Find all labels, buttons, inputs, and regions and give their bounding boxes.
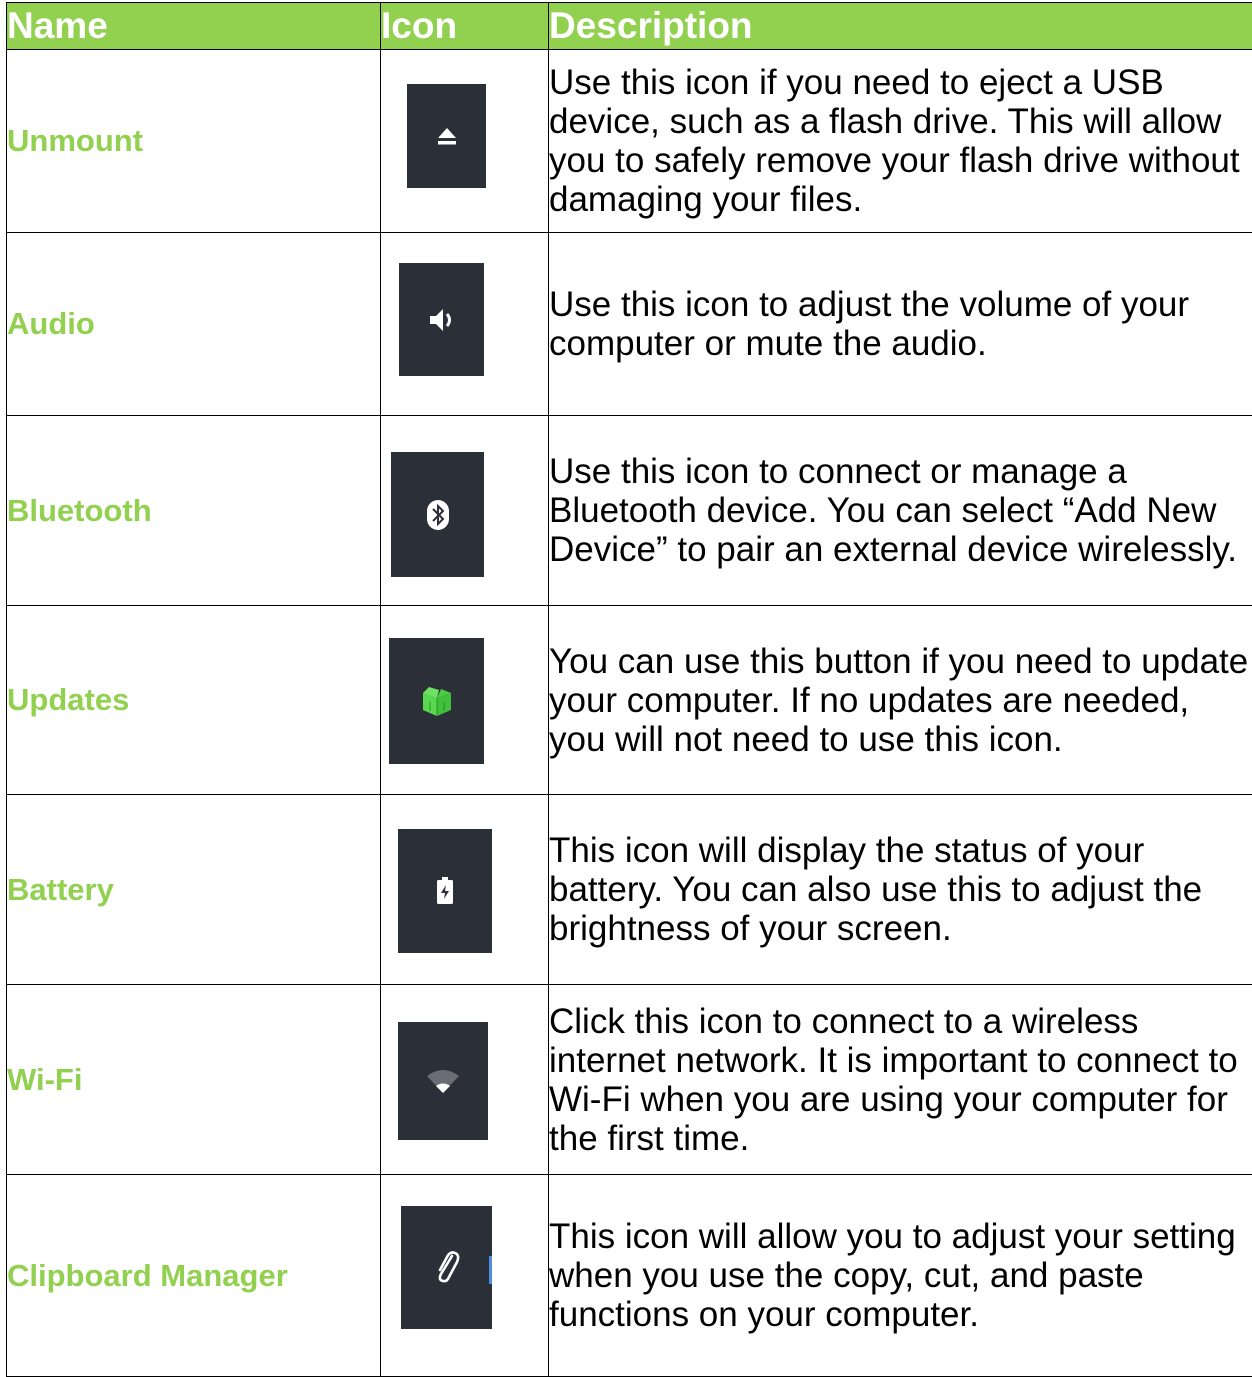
- selection-marker: [489, 1256, 492, 1284]
- header-row: Name Icon Description: [7, 3, 1252, 50]
- table-row: Wi-Fi Click this icon to connect to a wi…: [7, 985, 1252, 1175]
- icon-cell: [381, 233, 549, 416]
- row-description: Click this icon to connect to a wireless…: [549, 985, 1252, 1175]
- row-name: Battery: [7, 795, 381, 985]
- row-name: Unmount: [7, 50, 381, 233]
- row-name: Wi-Fi: [7, 985, 381, 1175]
- icon-cell: [381, 795, 549, 985]
- header-description: Description: [549, 3, 1252, 50]
- icons-table: Name Icon Description Unmount Use this i…: [6, 2, 1252, 1377]
- icon-cell: [381, 50, 549, 233]
- updates-box-icon: [389, 638, 484, 764]
- row-description: This icon will allow you to adjust your …: [549, 1175, 1252, 1377]
- wifi-icon: [398, 1022, 488, 1140]
- table-row: Updates You can use this button if you n…: [7, 606, 1252, 795]
- table-row: Bluetooth Use this icon to connect or ma…: [7, 416, 1252, 606]
- row-description: This icon will display the status of you…: [549, 795, 1252, 985]
- row-name: Clipboard Manager: [7, 1175, 381, 1377]
- row-description: Use this icon to adjust the volume of yo…: [549, 233, 1252, 416]
- table-row: Clipboard Manager This icon will allow y…: [7, 1175, 1252, 1377]
- row-description: Use this icon if you need to eject a USB…: [549, 50, 1252, 233]
- row-description: You can use this button if you need to u…: [549, 606, 1252, 795]
- icon-cell: [381, 1175, 549, 1377]
- row-description: Use this icon to connect or manage a Blu…: [549, 416, 1252, 606]
- table-row: Unmount Use this icon if you need to eje…: [7, 50, 1252, 233]
- battery-icon: [398, 829, 492, 953]
- header-name: Name: [7, 3, 381, 50]
- icon-cell: [381, 606, 549, 795]
- bluetooth-icon: [391, 452, 484, 577]
- paperclip-icon: [401, 1206, 492, 1329]
- table-row: Battery This icon will display the statu…: [7, 795, 1252, 985]
- icon-cell: [381, 985, 549, 1175]
- table-row: Audio Use this icon to adjust the volume…: [7, 233, 1252, 416]
- row-name: Bluetooth: [7, 416, 381, 606]
- eject-icon: [407, 84, 486, 188]
- row-name: Updates: [7, 606, 381, 795]
- header-icon: Icon: [381, 3, 549, 50]
- row-name: Audio: [7, 233, 381, 416]
- icon-cell: [381, 416, 549, 606]
- speaker-icon: [399, 263, 484, 376]
